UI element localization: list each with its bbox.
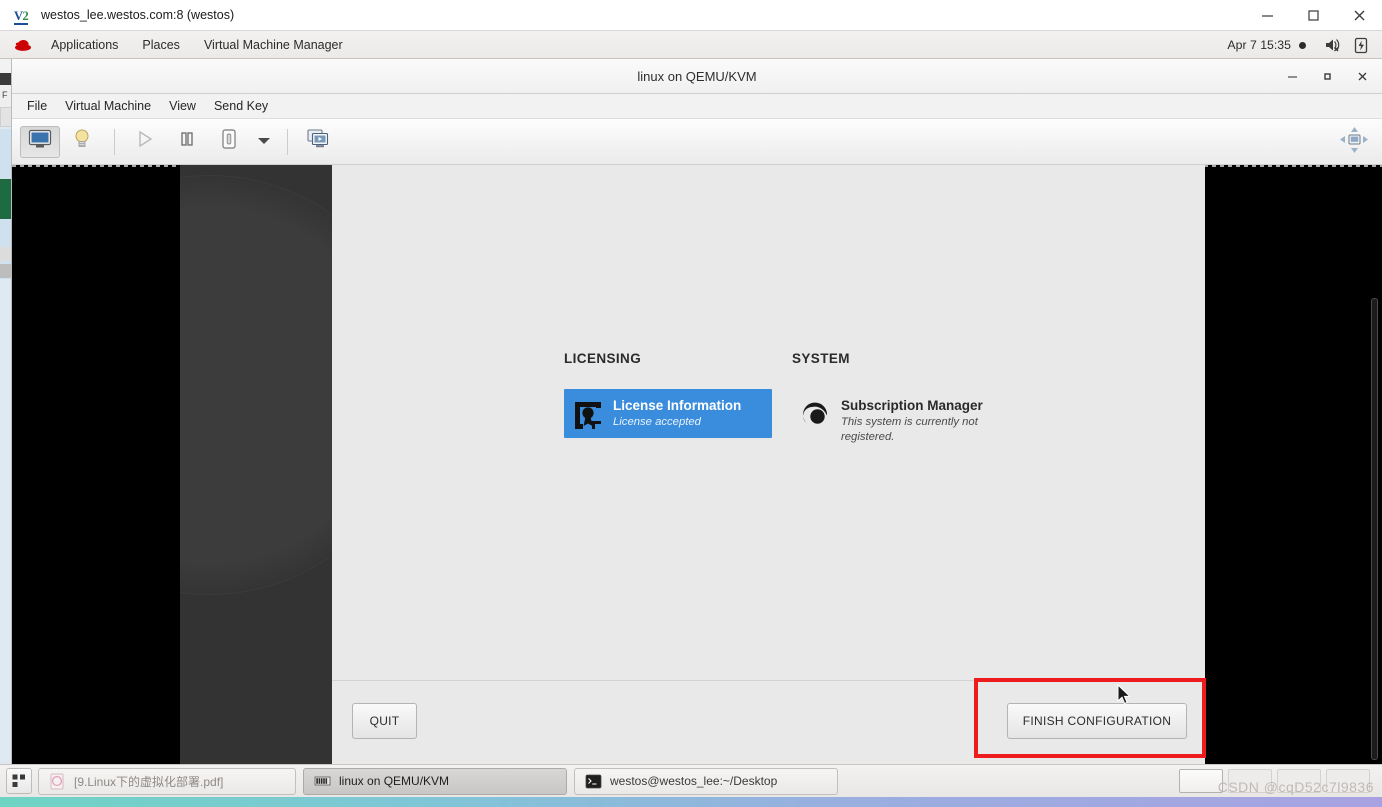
anaconda-initial-setup-hub: LICENSING License Information License ac… — [332, 165, 1205, 764]
vnc-viewer-icon: V2 — [14, 8, 29, 25]
snapshots-icon — [306, 128, 330, 155]
maximize-icon[interactable] — [1290, 0, 1336, 31]
pause-button[interactable] — [167, 126, 207, 158]
section-system: SYSTEM — [792, 351, 850, 366]
menu-send-key[interactable]: Send Key — [205, 94, 277, 119]
shutdown-button[interactable] — [209, 126, 249, 158]
task-label: [9.Linux下的虚拟化部署.pdf] — [74, 774, 224, 789]
task-button-terminal[interactable]: westos@westos_lee:~/Desktop — [574, 767, 838, 795]
remote-viewer-title: westos_lee.westos.com:8 (westos) — [41, 8, 235, 22]
finish-configuration-button[interactable]: FINISH CONFIGURATION — [1007, 703, 1187, 739]
run-button[interactable] — [125, 126, 165, 158]
license-icon — [572, 398, 604, 430]
red-hat-icon — [14, 38, 32, 52]
show-desktop-icon[interactable] — [6, 768, 32, 794]
panel-clock[interactable]: Apr 7 15:35 — [1227, 38, 1291, 52]
terminal-icon — [585, 773, 602, 790]
mouse-cursor — [1117, 683, 1131, 706]
toolbar-separator — [114, 128, 115, 155]
menu-file[interactable]: File — [18, 94, 56, 119]
toolbar-separator — [287, 128, 288, 155]
snapshots-button[interactable] — [298, 126, 338, 158]
vm-toolbar — [12, 119, 1382, 165]
show-details-button[interactable] — [62, 126, 102, 158]
hub-item-title: Subscription Manager — [841, 398, 983, 413]
section-licensing: LICENSING — [564, 351, 641, 366]
panel-status-area: Apr 7 15:35 — [1227, 31, 1382, 59]
panel-window-virtual-machine-manager[interactable]: Virtual Machine Manager — [192, 31, 355, 59]
screen: V2 westos_lee.westos.com:8 (westos) Appl… — [0, 0, 1382, 807]
volume-muted-icon[interactable] — [1320, 31, 1346, 59]
vm-display-scrollbar[interactable] — [1371, 298, 1378, 760]
close-icon[interactable] — [1345, 59, 1380, 94]
virt-manager-window: linux on QEMU/KVM File Virtual Machine V… — [12, 59, 1382, 764]
lightbulb-icon — [73, 128, 91, 155]
fullscreen-button[interactable] — [1338, 126, 1370, 158]
remote-window-controls — [1244, 0, 1382, 31]
pause-icon — [179, 130, 195, 153]
hub-item-subscription-manager[interactable]: Subscription Manager This system is curr… — [792, 389, 1032, 453]
section-title-system: SYSTEM — [792, 351, 850, 366]
hub-item-description: License accepted — [613, 416, 701, 428]
minimize-icon[interactable] — [1275, 59, 1310, 94]
show-console-button[interactable] — [20, 125, 60, 158]
vm-window-controls — [1275, 59, 1380, 94]
quit-button[interactable]: QUIT — [352, 703, 417, 739]
menu-view[interactable]: View — [160, 94, 205, 119]
power-icon — [219, 128, 239, 155]
close-icon[interactable] — [1336, 0, 1382, 31]
task-button-virt-manager[interactable]: linux on QEMU/KVM — [303, 767, 567, 795]
remote-viewer-titlebar: V2 westos_lee.westos.com:8 (westos) — [0, 0, 1382, 31]
csdn-watermark: CSDN @cqD52c7l9836 — [1217, 779, 1374, 795]
desktop-wallpaper-strip — [0, 797, 1382, 807]
battery-icon[interactable] — [1348, 31, 1374, 59]
monitor-icon — [28, 129, 52, 154]
shutdown-menu-button[interactable] — [251, 126, 277, 158]
gnome-top-panel: Applications Places Virtual Machine Mana… — [0, 31, 1382, 59]
play-icon — [136, 130, 154, 153]
anaconda-footer: QUIT FINISH CONFIGURATION — [332, 680, 1205, 764]
maximize-icon[interactable] — [1310, 59, 1345, 94]
hub-item-title: License Information — [613, 398, 742, 413]
chevron-down-icon — [257, 133, 271, 151]
vm-titlebar: linux on QEMU/KVM — [12, 59, 1382, 94]
bottom-taskbar: [9.Linux下的虚拟化部署.pdf] linux on QEMU/KVM w… — [0, 764, 1382, 797]
hub-item-license-information[interactable]: License Information License accepted — [564, 389, 772, 438]
anaconda-left-panel — [180, 165, 332, 764]
menu-virtual-machine[interactable]: Virtual Machine — [56, 94, 160, 119]
panel-menu-places[interactable]: Places — [130, 31, 192, 59]
vm-guest-display[interactable]: LICENSING License Information License ac… — [12, 165, 1382, 764]
vm-menubar: File Virtual Machine View Send Key — [12, 94, 1382, 119]
fullscreen-icon — [1339, 126, 1369, 159]
pdf-icon — [49, 773, 66, 790]
task-label: linux on QEMU/KVM — [339, 774, 450, 788]
hub-item-description: This system is currently not registered. — [841, 416, 978, 443]
subscription-icon — [800, 398, 832, 430]
vm-window-title: linux on QEMU/KVM — [637, 68, 757, 84]
background-window-sliver: F — [0, 59, 12, 764]
workspace-switcher-active[interactable] — [1179, 769, 1223, 793]
virt-manager-icon — [314, 773, 331, 790]
section-title-licensing: LICENSING — [564, 351, 642, 366]
task-button-pdf[interactable]: [9.Linux下的虚拟化部署.pdf] — [38, 767, 296, 795]
notification-dot-icon — [1299, 41, 1306, 49]
panel-menu-applications[interactable]: Applications — [39, 31, 130, 59]
minimize-icon[interactable] — [1244, 0, 1290, 31]
task-label: westos@westos_lee:~/Desktop — [610, 774, 778, 788]
